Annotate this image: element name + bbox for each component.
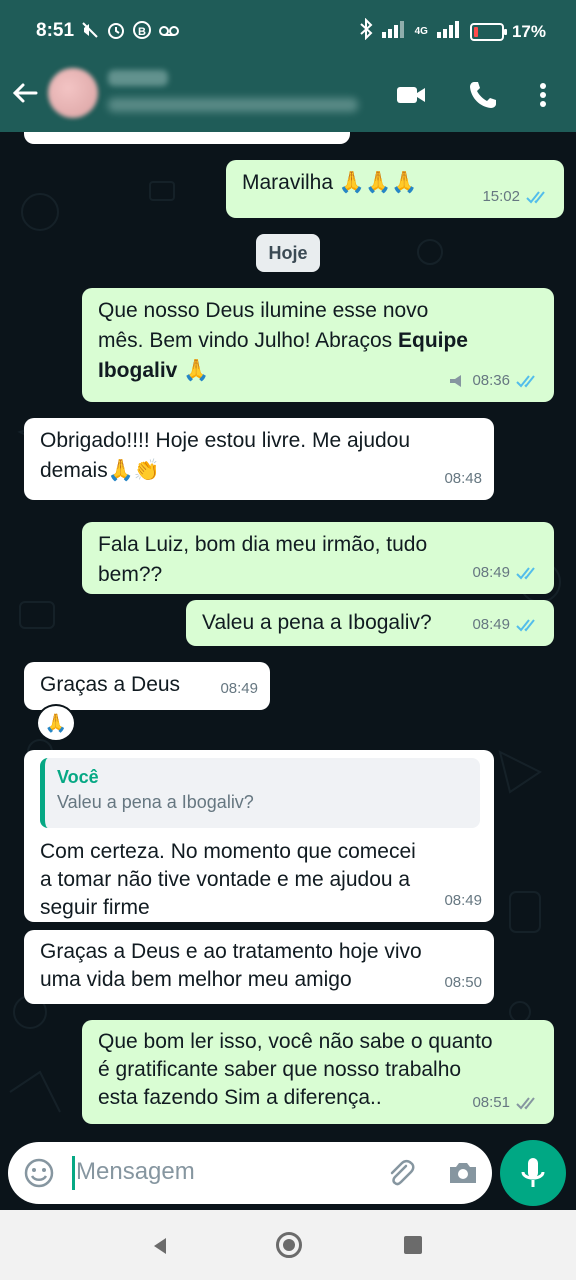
message-time: 08:49 [472,616,510,633]
message-bubble-outgoing[interactable]: Valeu a pena a Ibogaliv? 08:49 [186,600,554,646]
signal-2-icon [436,20,462,43]
mic-icon [521,1158,545,1187]
nav-home-icon[interactable] [276,1232,302,1258]
attach-icon[interactable] [384,1156,418,1190]
avatar[interactable] [48,68,98,118]
message-text: Valeu a pena a Ibogaliv? [202,611,432,634]
message-time: 08:49 [444,892,482,909]
alarm-icon [106,20,126,45]
message-bubble-outgoing[interactable]: Fala Luiz, bom dia meu irmão, tudo bem??… [82,522,554,594]
message-composer: Mensagem [0,1140,576,1210]
quoted-author: Você [57,767,99,787]
message-text-line: Que nosso Deus ilumine esse novo [98,299,429,322]
status-bar: 8:51 B 4G 17% [0,0,576,64]
message-emoji: 🙏👏 [107,459,160,483]
message-time: 08:51 [472,1094,510,1111]
message-bubble-incoming[interactable]: Obrigado!!!! Hoje estou livre. Me ajudou… [24,418,494,500]
message-text-line: demais [40,459,108,482]
message-time: 08:50 [444,974,482,991]
message-text-line: Obrigado!!!! Hoje estou livre. Me ajudou [40,429,411,452]
message-bubble-incoming-partial[interactable]: 14:01 [24,132,350,144]
message-time: 15:02 [482,188,520,205]
quoted-text: Valeu a pena a Ibogaliv? [57,792,254,812]
message-input-container[interactable]: Mensagem [8,1142,492,1204]
contact-status [108,98,358,112]
mic-button[interactable] [500,1140,566,1206]
message-bubble-incoming[interactable]: Graças a Deus 08:49 [24,662,270,710]
read-receipt-icon [526,191,545,204]
message-time: 08:49 [472,564,510,581]
emoji-icon[interactable] [22,1156,56,1190]
message-text-line: a tomar não tive vontade e me ajudou a [40,868,411,891]
message-text-line: Que bom ler isso, você não sabe o quanto [98,1030,493,1053]
voice-call-icon[interactable] [466,78,500,112]
message-bubble-outgoing[interactable]: Maravilha 🙏🙏🙏 15:02 [226,160,564,218]
message-text-line: uma vida bem melhor meu amigo [40,968,352,991]
nav-recents-icon[interactable] [404,1236,422,1254]
message-text-line: Fala Luiz, bom dia meu irmão, tudo [98,533,428,556]
message-bubble-outgoing[interactable]: Que nosso Deus ilumine esse novo mês. Be… [82,288,554,402]
svg-text:B: B [138,26,146,38]
contact-info[interactable] [108,70,368,118]
read-receipt-icon [516,619,535,632]
camera-icon[interactable] [446,1156,480,1190]
text-cursor [72,1156,75,1190]
read-receipt-icon [516,567,535,580]
system-nav-bar [0,1210,576,1280]
message-emoji: 🙏 [183,359,210,383]
chat-header [0,64,576,132]
delivered-receipt-icon [516,1097,535,1110]
voicemail-icon [158,20,180,45]
status-time: 8:51 [36,20,75,41]
battery-icon [469,22,507,41]
status-system-icons: 4G 17% [359,17,546,45]
message-text-line: seguir firme [40,896,150,919]
message-text: Graças a Deus [40,673,181,696]
back-arrow-icon[interactable] [10,78,40,108]
read-receipt-icon [516,375,535,388]
message-text: Maravilha [242,171,334,194]
message-bubble-outgoing[interactable]: Que bom ler isso, você não sabe o quanto… [82,1020,554,1124]
message-text-line: Com certeza. No momento que comecei [40,840,416,863]
message-bubble-incoming-reply[interactable]: Você Valeu a pena a Ibogaliv? Com certez… [24,750,494,922]
more-vert-icon[interactable] [526,78,560,112]
contact-name [108,70,168,86]
status-notification-icons: B [80,20,180,45]
quoted-message[interactable]: Você Valeu a pena a Ibogaliv? [40,758,480,828]
message-text-line: é gratificante saber que nosso trabalho [98,1058,462,1081]
message-input[interactable]: Mensagem [76,1158,195,1186]
message-list[interactable]: 14:01 Maravilha 🙏🙏🙏 15:02 Hoje Que nosso… [0,132,576,1140]
broadcast-icon [450,375,462,387]
mute-icon [80,20,100,45]
battery-percent: 17% [511,21,546,41]
date-chip: Hoje [256,234,320,272]
nav-back-icon[interactable] [150,1236,170,1256]
message-time: 14:01 [300,132,338,140]
video-call-icon[interactable] [394,78,428,112]
message-time: 08:49 [220,680,258,697]
message-text-line: mês. Bem vindo Julho! Abraços [98,329,398,352]
b-badge-icon: B [132,20,152,45]
reaction-emoji: 🙏 [44,712,68,733]
message-bubble-incoming[interactable]: Graças a Deus e ao tratamento hoje vivo … [24,930,494,1004]
message-emoji: 🙏🙏🙏 [338,171,418,195]
message-text-line: Graças a Deus e ao tratamento hoje vivo [40,940,422,963]
message-time: 08:36 [472,372,510,389]
message-reaction[interactable]: 🙏 [36,704,76,742]
network-type-icon: 4G [414,26,428,37]
signal-icon [381,20,407,43]
bluetooth-icon [359,17,373,45]
message-time: 08:48 [444,470,482,487]
